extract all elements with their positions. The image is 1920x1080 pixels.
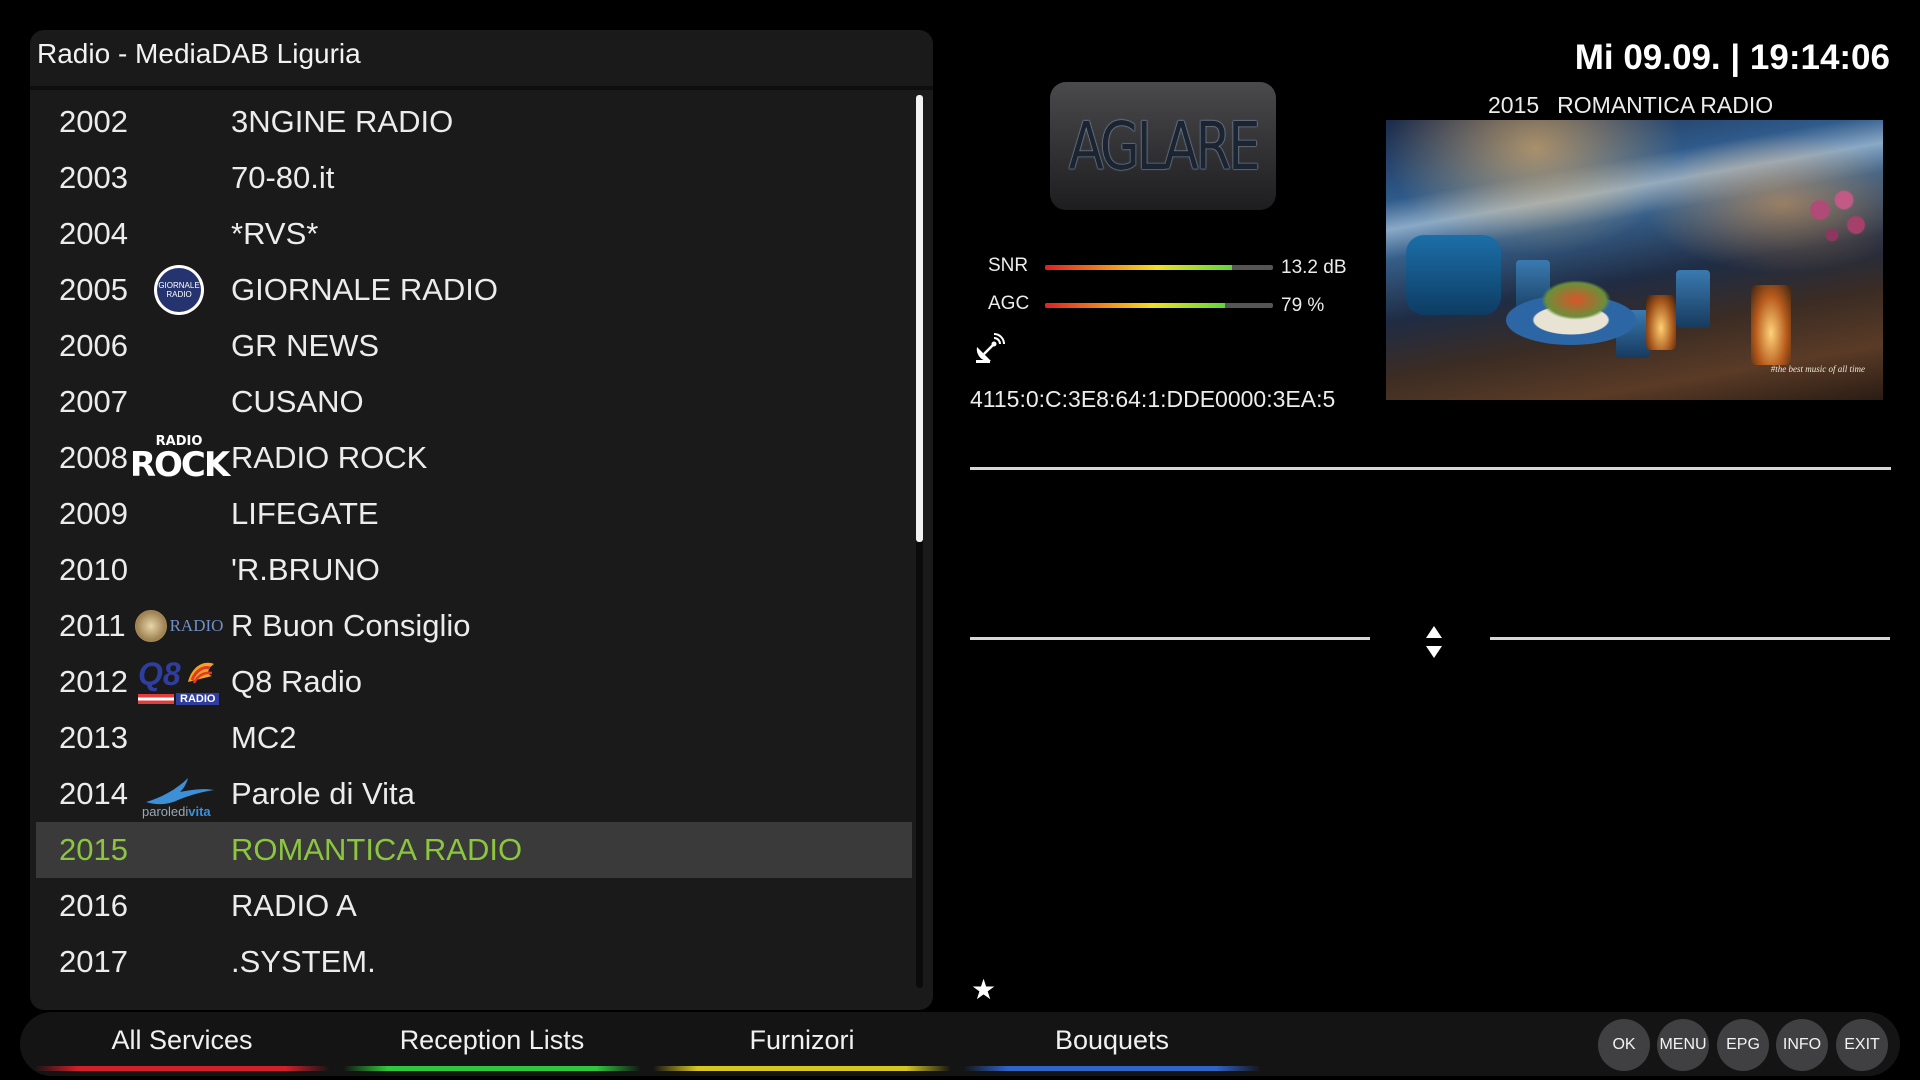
tab-color-line [343, 1066, 641, 1071]
snr-meter [1045, 265, 1273, 270]
channel-number: 2011 [59, 608, 126, 643]
channel-number: 2012 [59, 664, 128, 699]
agc-value: 79 % [1281, 295, 1325, 316]
channel-row[interactable]: 2016 RADIO A [36, 878, 912, 934]
channel-number: 2005 [59, 272, 128, 307]
channel-row[interactable]: 2007 CUSANO [36, 374, 912, 430]
skin-logo: AGLARE [1050, 82, 1276, 210]
agc-meter-fill [1045, 303, 1226, 308]
channel-number: 2004 [59, 216, 128, 251]
q8-radio-logo: Q8 RADIO [136, 656, 222, 708]
channel-row[interactable]: 2006 GR NEWS [36, 318, 912, 374]
up-down-arrows-icon [1426, 626, 1442, 658]
radio-rock-logo: RADIO ROCK [129, 433, 230, 485]
channel-row[interactable]: 2004 *RVS* [36, 206, 912, 262]
scrollbar-thumb[interactable] [916, 95, 923, 542]
snr-label: SNR [988, 255, 1029, 276]
now-playing-number: 2015 [1488, 92, 1540, 118]
channel-row[interactable]: 2011 RADIO R Buon Consiglio [36, 598, 912, 654]
divider-line-left [970, 637, 1370, 640]
channel-name: 70-80.it [231, 160, 335, 195]
agc-meter [1045, 303, 1273, 308]
channel-name: RADIO A [231, 888, 357, 923]
channel-row[interactable]: 2010 'R.BRUNO [36, 542, 912, 598]
channel-row[interactable]: 2008 RADIO ROCK RADIO ROCK [36, 430, 912, 486]
divider-line [970, 467, 1891, 470]
channel-number: 2013 [59, 720, 128, 755]
channel-row[interactable]: 2013 MC2 [36, 710, 912, 766]
tab-color-line [34, 1066, 330, 1071]
channel-number: 2016 [59, 888, 128, 923]
tab-color-line [963, 1066, 1261, 1071]
channel-number: 2014 [59, 776, 128, 811]
channel-row[interactable]: 2017 .SYSTEM. [36, 934, 912, 990]
channel-name: *RVS* [231, 216, 319, 251]
favorite-star-icon: ★ [971, 974, 997, 1005]
exit-key-button[interactable]: EXIT [1836, 1019, 1888, 1071]
channel-number: 2002 [59, 104, 128, 139]
channel-number: 2006 [59, 328, 128, 363]
channel-row[interactable]: 2012 Q8 RADIO Q8 Radio [36, 654, 912, 710]
agc-label: AGC [988, 293, 1030, 314]
giornale-radio-logo: GIORNALE RADIO [136, 264, 222, 316]
epg-key-button[interactable]: EPG [1717, 1019, 1769, 1071]
radio-buon-consiglio-logo: RADIO [134, 600, 223, 652]
channel-name: LIFEGATE [231, 496, 379, 531]
channel-row[interactable]: 2014 paroledivita Parole di Vita [36, 766, 912, 822]
channel-row-selected[interactable]: 2015 ROMANTICA RADIO [36, 822, 912, 878]
channel-name: 'R.BRUNO [231, 552, 380, 587]
channel-number: 2009 [59, 496, 128, 531]
tab-furnizori[interactable]: Furnizori [653, 1025, 951, 1071]
ok-key-button[interactable]: OK [1598, 1019, 1650, 1071]
channel-number: 2008 [59, 440, 128, 475]
channel-number: 2017 [59, 944, 128, 979]
now-playing-name: ROMANTICA RADIO [1557, 92, 1774, 118]
tab-color-line [653, 1066, 951, 1071]
channel-name: ROMANTICA RADIO [231, 832, 523, 867]
snr-value: 13.2 dB [1281, 257, 1347, 278]
station-cover-image: #the best music of all time [1386, 120, 1883, 400]
title-separator [30, 86, 933, 90]
menu-key-button[interactable]: MENU [1657, 1019, 1709, 1071]
parole-di-vita-logo: paroledivita [136, 768, 222, 820]
service-reference: 4115:0:C:3E8:64:1:DDE0000:3EA:5 [970, 386, 1336, 412]
channel-number: 2015 [59, 832, 128, 867]
channel-name: 3NGINE RADIO [231, 104, 454, 139]
channel-name: .SYSTEM. [231, 944, 376, 979]
channel-name: R Buon Consiglio [231, 608, 471, 643]
channel-name: MC2 [231, 720, 297, 755]
clock: Mi 09.09. | 19:14:06 [1574, 38, 1890, 77]
divider-line-right [1490, 637, 1890, 640]
now-playing: 2015 ROMANTICA RADIO [1488, 92, 1773, 119]
channel-row[interactable]: 2002 3NGINE RADIO [36, 94, 912, 150]
channel-number: 2007 [59, 384, 128, 419]
channel-row[interactable]: 2003 70-80.it [36, 150, 912, 206]
tab-bouquets[interactable]: Bouquets [963, 1025, 1261, 1071]
channel-list-title: Radio - MediaDAB Liguria [37, 38, 361, 69]
channel-row[interactable]: 2005 GIORNALE RADIO GIORNALE RADIO [36, 262, 912, 318]
channel-name: Parole di Vita [231, 776, 415, 811]
channel-name: GR NEWS [231, 328, 380, 363]
satellite-dish-icon [976, 333, 1005, 363]
channel-name: CUSANO [231, 384, 364, 419]
channel-name: RADIO ROCK [231, 440, 428, 475]
info-key-button[interactable]: INFO [1776, 1019, 1828, 1071]
channel-name: GIORNALE RADIO [231, 272, 498, 307]
channel-list-scrollbar[interactable] [916, 95, 923, 988]
channel-row[interactable]: 2009 LIFEGATE [36, 486, 912, 542]
channel-number: 2010 [59, 552, 128, 587]
channel-list[interactable]: 2002 3NGINE RADIO 2003 70-80.it 2004 *RV… [36, 94, 912, 990]
channel-name: Q8 Radio [231, 664, 362, 699]
channel-number: 2003 [59, 160, 128, 195]
tab-reception-lists[interactable]: Reception Lists [343, 1025, 641, 1071]
snr-meter-fill [1045, 265, 1232, 270]
tab-all-services[interactable]: All Services [34, 1025, 330, 1071]
